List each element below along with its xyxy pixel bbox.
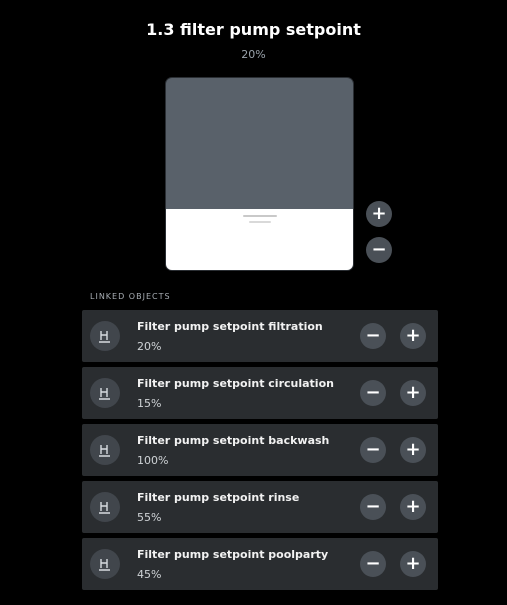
linked-objects-list: Filter pump setpoint filtration 20% − + … xyxy=(82,310,438,595)
item-value: 20% xyxy=(137,340,162,353)
slider-grip[interactable] xyxy=(242,214,277,227)
linked-item-poolparty[interactable]: Filter pump setpoint poolparty 45% − + xyxy=(82,538,438,590)
linked-item-rinse[interactable]: Filter pump setpoint rinse 55% − + xyxy=(82,481,438,533)
decrease-button[interactable]: − xyxy=(360,323,386,349)
pump-icon xyxy=(90,378,120,408)
decrease-button[interactable]: − xyxy=(360,437,386,463)
increase-button[interactable]: + xyxy=(400,551,426,577)
pump-icon xyxy=(90,435,120,465)
pump-icon xyxy=(90,321,120,351)
item-title: Filter pump setpoint rinse xyxy=(137,491,300,504)
item-value: 15% xyxy=(137,397,162,410)
pump-icon xyxy=(90,549,120,579)
item-title: Filter pump setpoint filtration xyxy=(137,320,323,333)
decrease-button[interactable]: − xyxy=(360,494,386,520)
decrease-button[interactable]: − xyxy=(366,237,392,263)
current-value: 20% xyxy=(241,48,266,61)
linked-item-filtration[interactable]: Filter pump setpoint filtration 20% − + xyxy=(82,310,438,362)
linked-item-backwash[interactable]: Filter pump setpoint backwash 100% − + xyxy=(82,424,438,476)
increase-button[interactable]: + xyxy=(400,380,426,406)
item-title: Filter pump setpoint circulation xyxy=(137,377,334,390)
linked-item-circulation[interactable]: Filter pump setpoint circulation 15% − + xyxy=(82,367,438,419)
increase-button[interactable]: + xyxy=(400,494,426,520)
item-title: Filter pump setpoint backwash xyxy=(137,434,330,447)
slider-fill[interactable] xyxy=(166,208,353,270)
section-label: LINKED OBJECTS xyxy=(90,292,171,301)
pump-icon xyxy=(90,492,120,522)
page-title: 1.3 filter pump setpoint xyxy=(146,20,361,39)
decrease-button[interactable]: − xyxy=(360,380,386,406)
setpoint-slider[interactable] xyxy=(166,78,353,270)
increase-button[interactable]: + xyxy=(366,201,392,227)
decrease-button[interactable]: − xyxy=(360,551,386,577)
increase-button[interactable]: + xyxy=(400,323,426,349)
increase-button[interactable]: + xyxy=(400,437,426,463)
item-value: 55% xyxy=(137,511,162,524)
item-value: 45% xyxy=(137,568,162,581)
item-title: Filter pump setpoint poolparty xyxy=(137,548,329,561)
item-value: 100% xyxy=(137,454,169,467)
